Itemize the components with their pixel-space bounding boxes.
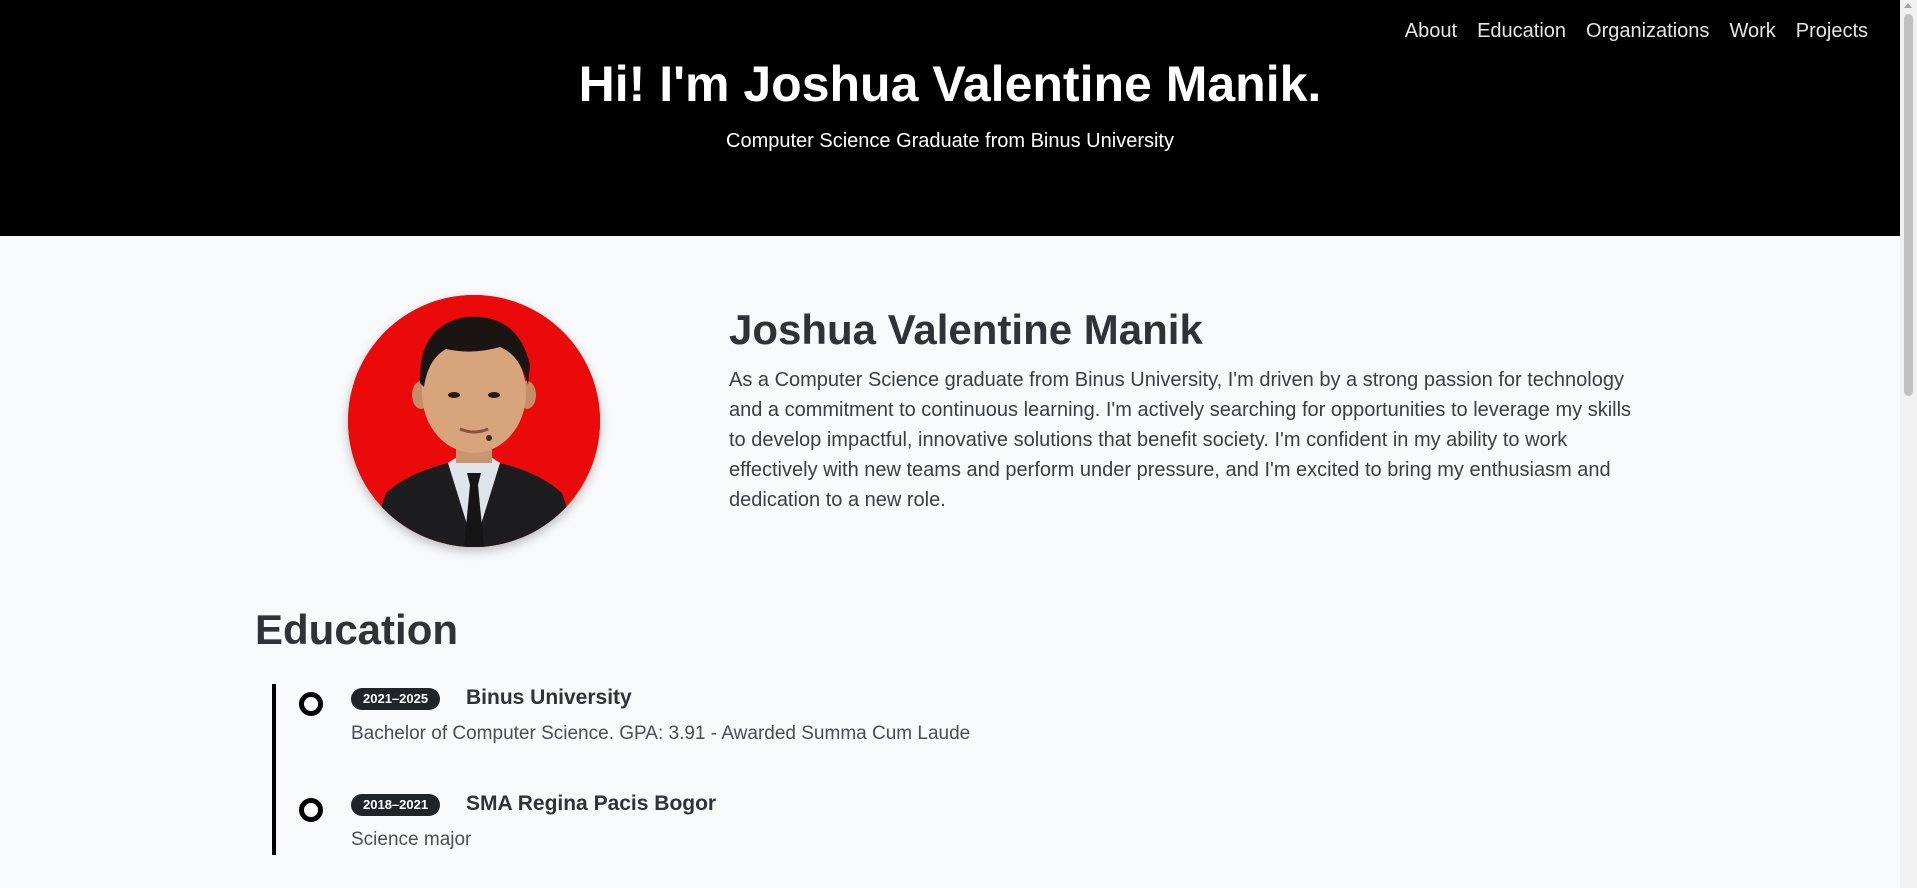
nav-link-organizations[interactable]: Organizations: [1586, 18, 1709, 44]
profile-photo: [348, 295, 600, 547]
about-bio: As a Computer Science graduate from Binu…: [729, 369, 1632, 511]
scrollbar-thumb[interactable]: [1904, 14, 1913, 396]
nav-link-work[interactable]: Work: [1729, 18, 1775, 44]
timeline-item-description: Bachelor of Computer Science. GPA: 3.91 …: [351, 723, 971, 744]
nav-link-about[interactable]: About: [1405, 18, 1457, 44]
hero-title: Hi! I'm Joshua Valentine Manik.: [578, 56, 1322, 112]
hero-subtitle: Computer Science Graduate from Binus Uni…: [726, 130, 1174, 152]
about-name: Joshua Valentine Manik: [729, 306, 1203, 353]
timeline-item-title: SMA Regina Pacis Bogor: [466, 792, 717, 815]
year-badge: 2018–2021: [351, 794, 441, 816]
top-nav: About Education Organizations Work Proje…: [1405, 18, 1868, 44]
timeline-item-description: Science major: [351, 829, 472, 850]
vertical-scrollbar[interactable]: [1900, 0, 1917, 888]
timeline-item-title: Binus University: [466, 686, 632, 709]
education-heading: Education: [255, 606, 459, 653]
timeline-dot-icon: [299, 798, 323, 822]
nav-link-projects[interactable]: Projects: [1796, 18, 1868, 44]
scroll-up-arrow-icon[interactable]: [1904, 3, 1912, 8]
year-badge: 2021–2025: [351, 688, 441, 710]
profile-photo-illustration: [348, 295, 600, 547]
nav-link-education[interactable]: Education: [1477, 18, 1566, 44]
timeline-dot-icon: [299, 692, 323, 716]
hero-header: About Education Organizations Work Proje…: [0, 0, 1900, 236]
timeline-line: [272, 684, 276, 855]
